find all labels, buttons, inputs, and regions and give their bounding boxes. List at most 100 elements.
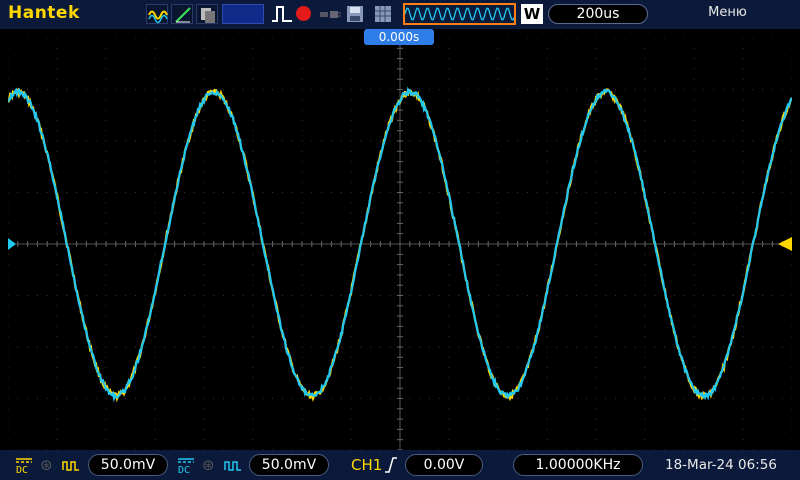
- grid-dot: [350, 264, 352, 266]
- trigger-level-marker[interactable]: [778, 237, 792, 251]
- grid-dot: [683, 192, 685, 193]
- grid-dot: [791, 89, 792, 90]
- waveform-icon[interactable]: [146, 4, 168, 24]
- grid-dot: [693, 233, 695, 235]
- grid-dot: [448, 140, 450, 142]
- grid-dot: [252, 161, 254, 163]
- grid-dot: [46, 38, 48, 39]
- graticule: [8, 38, 792, 450]
- grid-dot: [311, 140, 313, 142]
- grid-dot: [693, 367, 695, 369]
- grid-dot: [174, 140, 176, 142]
- grid-dot: [409, 398, 411, 399]
- grid-dot: [693, 222, 695, 224]
- grid-dot: [654, 295, 656, 296]
- grid-dot: [330, 346, 332, 348]
- grid-dot: [448, 325, 450, 327]
- grid-dot: [301, 99, 303, 101]
- grid-dot: [125, 192, 127, 193]
- grid-dot: [301, 325, 303, 327]
- grid-dot: [193, 140, 195, 142]
- grid-dot: [419, 192, 421, 193]
- grid-dot: [8, 408, 9, 410]
- grid-dot: [791, 264, 792, 266]
- grid-dot: [566, 295, 568, 296]
- grid-icon[interactable]: [373, 4, 393, 24]
- grid-dot: [693, 418, 695, 420]
- svg-text:DC: DC: [178, 465, 190, 475]
- grid-dot: [232, 140, 234, 142]
- grid-dot: [458, 140, 460, 142]
- grid-dot: [281, 192, 283, 193]
- grid-dot: [272, 140, 274, 142]
- grid-dot: [644, 130, 646, 132]
- plug-icon[interactable]: [318, 4, 342, 24]
- save-icon[interactable]: [345, 4, 365, 24]
- grid-dot: [203, 130, 205, 132]
- memory-waveform-overview[interactable]: [403, 3, 516, 25]
- grid-dot: [311, 89, 313, 90]
- grid-dot: [154, 315, 156, 317]
- grid-dot: [448, 377, 450, 379]
- channel-box-icon[interactable]: [222, 4, 264, 24]
- grid-dot: [8, 192, 9, 193]
- pulse-icon[interactable]: [271, 4, 293, 24]
- ch1-volts-per-div[interactable]: 50.0mV: [88, 454, 168, 476]
- grid-dot: [771, 38, 773, 39]
- grid-dot: [56, 150, 58, 152]
- ramp-icon[interactable]: [171, 4, 193, 24]
- grid-dot: [8, 140, 9, 142]
- grid-dot: [350, 408, 352, 410]
- channel-ground-marker[interactable]: [8, 238, 16, 250]
- grid-dot: [105, 428, 107, 430]
- grid-dot: [595, 171, 597, 173]
- grid-dot: [360, 89, 362, 90]
- grid-dot: [301, 161, 303, 163]
- grid-dot: [105, 109, 107, 111]
- grid-dot: [8, 346, 9, 348]
- trigger-source[interactable]: CH1: [351, 456, 382, 474]
- grid-dot: [252, 130, 254, 132]
- grid-dot: [46, 192, 48, 193]
- grid-dot: [17, 192, 19, 193]
- grid-dot: [8, 161, 9, 163]
- rising-edge-icon[interactable]: [384, 456, 398, 474]
- grid-dot: [8, 212, 9, 214]
- grid-dot: [448, 418, 450, 420]
- grid-dot: [546, 181, 548, 183]
- record-icon[interactable]: [296, 6, 311, 21]
- ch1-coupling-indicator[interactable]: DC: [14, 455, 34, 478]
- grid-dot: [360, 295, 362, 296]
- grid-dot: [56, 315, 58, 317]
- grid-dot: [144, 140, 146, 142]
- grid-dot: [693, 89, 695, 90]
- grid-dot: [605, 346, 607, 348]
- grid-dot: [350, 336, 352, 338]
- grid-dot: [252, 119, 254, 121]
- layers-icon[interactable]: [196, 4, 218, 24]
- grid-dot: [546, 119, 548, 121]
- svg-text:DC: DC: [16, 465, 28, 475]
- grid-dot: [742, 387, 744, 389]
- grid-dot: [497, 192, 499, 193]
- grid-dot: [546, 150, 548, 152]
- grid-dot: [183, 346, 185, 348]
- ch2-coupling-indicator[interactable]: DC: [176, 455, 196, 478]
- grid-dot: [546, 222, 548, 224]
- grid-dot: [693, 356, 695, 358]
- grid-dot: [154, 181, 156, 183]
- grid-dot: [517, 192, 519, 193]
- grid-dot: [732, 140, 734, 142]
- grid-dot: [791, 408, 792, 410]
- grid-dot: [595, 398, 597, 399]
- grid-dot: [232, 38, 234, 39]
- trigger-level[interactable]: 0.00V: [405, 454, 483, 476]
- grid-dot: [252, 58, 254, 60]
- grid-dot: [105, 264, 107, 266]
- grid-dot: [673, 192, 675, 193]
- ch2-volts-per-div[interactable]: 50.0mV: [249, 454, 329, 476]
- grid-dot: [125, 346, 127, 348]
- menu-button[interactable]: Меню: [690, 5, 765, 20]
- timebase-display[interactable]: 200us: [548, 4, 648, 24]
- grid-dot: [546, 253, 548, 255]
